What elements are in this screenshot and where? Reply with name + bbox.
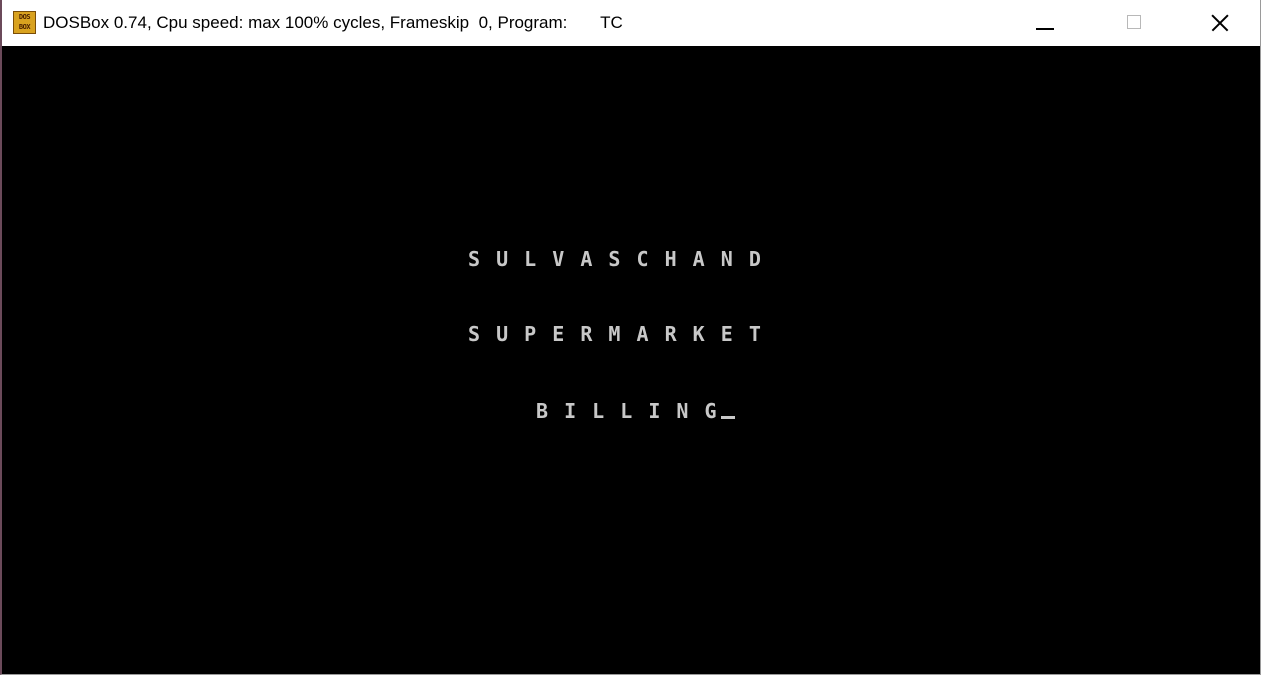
dosbox-icon[interactable]: DOS BOX: [13, 11, 36, 34]
dosbox-window: DOS BOX DOSBox 0.74, Cpu speed: max 100%…: [0, 0, 1261, 675]
maximize-icon: [1127, 15, 1141, 29]
title-bar[interactable]: DOS BOX DOSBox 0.74, Cpu speed: max 100%…: [2, 0, 1260, 46]
window-title: DOSBox 0.74, Cpu speed: max 100% cycles,…: [43, 13, 623, 32]
minimize-button[interactable]: [1024, 0, 1070, 46]
close-button[interactable]: [1198, 0, 1244, 46]
dosbox-icon-text-bottom: BOX: [18, 23, 31, 31]
supermarket-line: S U P E R M A R K E T: [468, 322, 763, 346]
dosbox-icon-text-top: DOS: [18, 13, 31, 21]
text-cursor: [720, 416, 735, 419]
billing-line: B I L L I N G: [536, 398, 735, 424]
maximize-button[interactable]: [1111, 0, 1157, 46]
billing-text: B I L L I N G: [536, 399, 719, 423]
minimize-icon: [1036, 28, 1054, 30]
dos-screen[interactable]: S U L V A S C H A N D S U P E R M A R K …: [2, 46, 1260, 674]
store-name-line: S U L V A S C H A N D: [468, 247, 763, 271]
close-icon: [1209, 12, 1231, 34]
